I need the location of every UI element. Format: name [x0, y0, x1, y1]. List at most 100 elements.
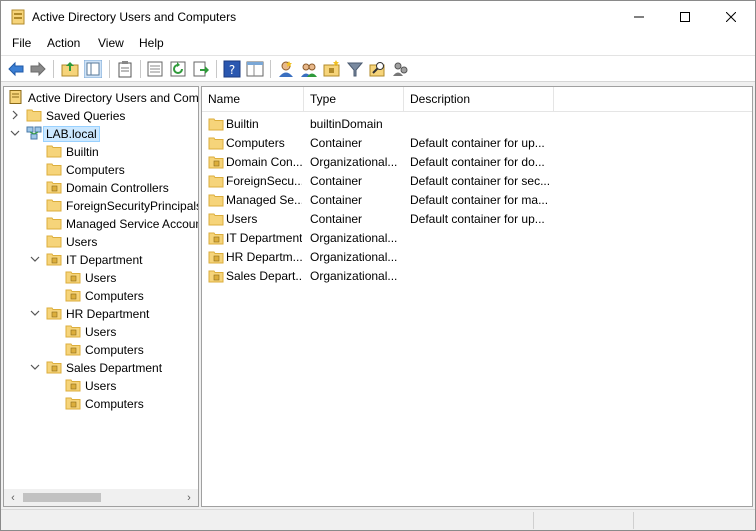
ou-folder-icon [65, 271, 81, 284]
cell-name: Builtin [226, 117, 259, 131]
refresh-icon[interactable] [169, 60, 187, 78]
cell-name: ForeignSecu... [226, 174, 302, 188]
new-user-icon[interactable] [277, 60, 295, 78]
folder-icon [46, 145, 62, 158]
toolbar-separator [53, 60, 54, 78]
domain-icon [26, 126, 42, 140]
folder-icon [208, 175, 224, 188]
console-tree-pane[interactable]: Active Directory Users and Com Saved Quer… [3, 86, 199, 507]
cell-description: Default container for up... [410, 212, 545, 226]
tree-item-users[interactable]: Users [4, 233, 198, 251]
cell-type: Container [310, 193, 363, 207]
tree-item-computers[interactable]: Computers [4, 395, 198, 413]
properties-pane-icon[interactable] [246, 60, 264, 78]
clipboard-icon[interactable] [116, 60, 134, 78]
tree-item-sales-department[interactable]: Sales Department [4, 359, 198, 377]
column-header-description[interactable]: Description [404, 87, 554, 112]
chevron-down-icon[interactable] [30, 254, 40, 264]
cell-name: Computers [226, 136, 285, 150]
up-folder-icon[interactable] [61, 60, 79, 78]
ou-folder-icon [65, 379, 81, 392]
chevron-down-icon[interactable] [30, 362, 40, 372]
tree-item-label: Computers [66, 163, 125, 177]
column-header-name[interactable]: Name [202, 87, 304, 112]
find-icon[interactable] [369, 60, 387, 78]
chevron-down-icon[interactable] [10, 128, 20, 138]
maximize-button[interactable] [662, 1, 708, 33]
menu-view[interactable]: View [98, 36, 124, 50]
cell-type: Container [310, 136, 363, 150]
export-list-icon[interactable] [146, 60, 164, 78]
tree-item-label: Computers [85, 343, 144, 357]
new-group-icon[interactable] [300, 60, 318, 78]
export-icon[interactable] [192, 60, 210, 78]
show-hide-console-tree-icon[interactable] [84, 60, 102, 78]
help-icon[interactable]: ? [223, 60, 241, 78]
horizontal-scrollbar[interactable]: ‹ › [4, 489, 198, 506]
tree-item-label: Users [85, 325, 117, 339]
scroll-right-icon[interactable]: › [182, 490, 196, 505]
details-list-pane[interactable]: Name Type Description Builtin builtinDoma… [201, 86, 753, 507]
tree-item-managed-service-accoun[interactable]: Managed Service Accoun [4, 215, 199, 233]
tree-item-users[interactable]: Users [4, 323, 198, 341]
cell-type: Organizational... [310, 269, 398, 283]
scroll-left-icon[interactable]: ‹ [6, 490, 20, 505]
list-row[interactable]: Managed Se... Container Default container … [202, 191, 752, 210]
tree-item-domain[interactable]: LAB.local [4, 125, 198, 143]
ou-folder-icon [208, 156, 224, 169]
folder-icon [26, 109, 42, 122]
list-row[interactable]: Domain Con... Organizational... Default co… [202, 153, 752, 172]
menu-action[interactable]: Action [47, 36, 80, 50]
tree-item-computers[interactable]: Computers [4, 287, 198, 305]
close-button[interactable] [708, 1, 754, 33]
ou-folder-icon [46, 361, 62, 374]
tree-item-it-department[interactable]: IT Department [4, 251, 198, 269]
ou-folder-icon [46, 253, 62, 266]
toolbar-separator [140, 60, 141, 78]
toolbar-separator [109, 60, 110, 78]
new-ou-icon[interactable] [323, 60, 341, 78]
tree-item-hr-department[interactable]: HR Department [4, 305, 198, 323]
back-arrow-icon[interactable] [7, 60, 25, 78]
list-row[interactable]: Computers Container Default container for … [202, 134, 752, 153]
ou-folder-icon [208, 251, 224, 264]
tree-root[interactable]: Active Directory Users and Com [4, 89, 198, 107]
filter-icon[interactable] [346, 60, 364, 78]
list-row[interactable]: ForeignSecu... Container Default container… [202, 172, 752, 191]
tree-item-label: Domain Controllers [66, 181, 169, 195]
tree-item-users[interactable]: Users [4, 377, 198, 395]
minimize-button[interactable] [616, 1, 662, 33]
tree-item-foreignsecurityprincipals[interactable]: ForeignSecurityPrincipals [4, 197, 198, 215]
tree-item-label: Users [85, 379, 117, 393]
ou-folder-icon [65, 325, 81, 338]
chevron-right-icon[interactable] [10, 110, 20, 120]
cell-type: Organizational... [310, 250, 398, 264]
content-area: Active Directory Users and Com Saved Quer… [1, 84, 755, 509]
forward-arrow-icon[interactable] [29, 60, 47, 78]
delegate-control-icon[interactable] [392, 60, 410, 78]
ou-folder-icon [46, 181, 62, 194]
tree-item-computers[interactable]: Computers [4, 161, 198, 179]
list-row[interactable]: Users Container Default container for up..… [202, 210, 752, 229]
tree-item-domain-controllers[interactable]: Domain Controllers [4, 179, 198, 197]
tree-item-label: Managed Service Accoun [66, 217, 199, 231]
ou-folder-icon [65, 343, 81, 356]
list-row[interactable]: Sales Depart... Organizational... [202, 267, 752, 286]
list-row[interactable]: Builtin builtinDomain [202, 115, 752, 134]
cell-name: IT Department [226, 231, 302, 245]
scrollbar-thumb[interactable] [23, 493, 101, 502]
column-header-type[interactable]: Type [304, 87, 404, 112]
folder-icon [46, 217, 62, 230]
tree-item-users[interactable]: Users [4, 269, 198, 287]
menu-file[interactable]: File [12, 36, 31, 50]
tree-item-builtin[interactable]: Builtin [4, 143, 198, 161]
cell-type: builtinDomain [310, 117, 383, 131]
tree-item-saved-queries[interactable]: Saved Queries [4, 107, 198, 125]
list-row[interactable]: IT Department Organizational... [202, 229, 752, 248]
tree-item-computers[interactable]: Computers [4, 341, 198, 359]
list-row[interactable]: HR Departm... Organizational... [202, 248, 752, 267]
cell-description: Default container for ma... [410, 193, 549, 207]
folder-icon [46, 199, 62, 212]
menu-help[interactable]: Help [139, 36, 164, 50]
chevron-down-icon[interactable] [30, 308, 40, 318]
